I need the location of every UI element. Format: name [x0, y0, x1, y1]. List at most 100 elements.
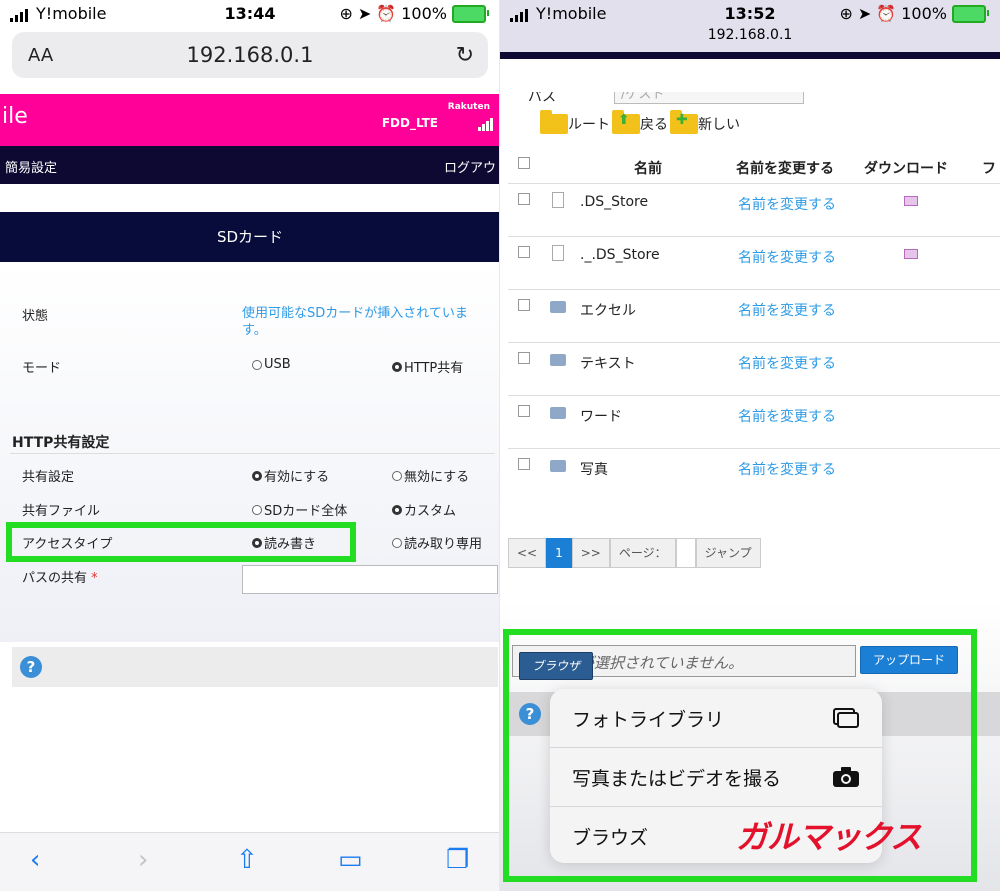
address-text[interactable]: 192.168.0.1	[500, 27, 1000, 43]
pagination: << 1 >> ページ： ジャンプ	[508, 538, 761, 568]
path-share-input[interactable]	[242, 565, 498, 594]
share-setting-label: 共有設定	[22, 470, 75, 485]
rename-link[interactable]: 名前を変更する	[738, 459, 836, 479]
folder-icon	[550, 301, 566, 313]
next-page-button[interactable]: >>	[571, 538, 610, 568]
folder-name[interactable]: ワード	[580, 406, 622, 426]
path-row: パス /ゲスト	[500, 92, 1000, 108]
new-folder-button[interactable]: 新しい	[698, 114, 740, 134]
http-share-heading: HTTP共有設定	[12, 435, 110, 451]
rename-link[interactable]: 名前を変更する	[738, 406, 836, 426]
share-file-label: 共有ファイル	[22, 504, 101, 519]
access-readonly-radio[interactable]: 読み取り専用	[392, 533, 482, 552]
mode-usb-radio[interactable]: USB	[252, 357, 291, 372]
folder-new-icon: ✚	[670, 110, 698, 134]
nav-bar: 簡易設定 ログアウ	[0, 146, 500, 184]
folder-icon	[550, 354, 566, 366]
path-share-label: パスの共有 *	[22, 571, 98, 586]
lock-rotation-icon: ⊕	[839, 4, 853, 23]
back-button[interactable]: 戻る	[640, 114, 668, 134]
file-custom-radio[interactable]: カスタム	[392, 500, 456, 519]
current-page[interactable]: 1	[546, 538, 572, 568]
router-header: ile FDD_LTE Rakuten	[0, 94, 500, 146]
row-checkbox[interactable]	[518, 405, 530, 417]
radio-icon	[252, 504, 262, 515]
network-type: FDD_LTE	[381, 116, 438, 130]
row-checkbox[interactable]	[518, 193, 530, 205]
quick-setup-link[interactable]: 簡易設定	[5, 157, 57, 176]
battery-percent: 100%	[901, 4, 947, 23]
battery-percent: 100%	[401, 4, 447, 23]
table-row: ワード 名前を変更する	[508, 395, 1000, 449]
logout-link[interactable]: ログアウ	[444, 157, 496, 176]
table-row: テキスト 名前を変更する	[508, 342, 1000, 396]
jump-button[interactable]: ジャンプ	[695, 538, 761, 568]
row-checkbox[interactable]	[518, 458, 530, 470]
brand-logo-text: ile	[2, 104, 28, 129]
path-input[interactable]: /ゲスト	[614, 92, 804, 104]
reload-icon[interactable]: ↻	[456, 43, 474, 68]
bookmarks-icon[interactable]: ▭	[338, 845, 363, 875]
alarm-icon: ⏰	[876, 4, 897, 23]
rename-link[interactable]: 名前を変更する	[738, 194, 836, 214]
table-row: 写真 名前を変更する	[508, 448, 1000, 502]
col-name: 名前	[634, 161, 662, 177]
state-value: 使用可能なSDカードが挿入されています。	[242, 306, 468, 338]
location-icon: ➤	[857, 4, 872, 23]
url-bar[interactable]: AA 192.168.0.1 ↻	[12, 32, 488, 78]
share-icon[interactable]: ⇧	[236, 845, 258, 875]
address-text[interactable]: 192.168.0.1	[12, 43, 488, 67]
file-name: ._.DS_Store	[580, 247, 660, 263]
right-screenshot: Y!mobile 13:52 ⊕ ➤ ⏰ 100% 192.168.0.1 パス…	[500, 0, 1000, 891]
file-icon	[552, 245, 564, 261]
root-button[interactable]: ルート	[568, 114, 610, 134]
section-title: SDカード	[0, 212, 500, 262]
watermark-logo: ガルマックス	[736, 818, 922, 856]
select-all-checkbox[interactable]	[518, 157, 530, 169]
back-icon[interactable]: ‹	[30, 845, 40, 875]
rename-link[interactable]: 名前を変更する	[738, 247, 836, 267]
safari-toolbar: ‹ › ⇧ ▭ ❐	[0, 832, 500, 891]
folder-name[interactable]: テキスト	[580, 353, 636, 373]
file-all-radio[interactable]: SDカード全体	[252, 500, 347, 519]
folder-icon	[550, 460, 566, 472]
radio-icon	[392, 470, 402, 481]
row-checkbox[interactable]	[518, 352, 530, 364]
folder-name[interactable]: 写真	[580, 459, 608, 479]
tabs-icon[interactable]: ❐	[446, 845, 469, 875]
col-more: フ	[982, 161, 996, 177]
folder-icon	[550, 407, 566, 419]
download-icon[interactable]	[904, 196, 918, 206]
radio-selected-icon	[392, 361, 402, 372]
share-disable-radio[interactable]: 無効にする	[392, 466, 469, 485]
file-name: .DS_Store	[580, 194, 649, 210]
path-label: パス	[528, 92, 556, 105]
col-rename: 名前を変更する	[736, 161, 834, 177]
mode-label: モード	[22, 361, 62, 376]
file-icon	[552, 192, 564, 208]
rename-link[interactable]: 名前を変更する	[738, 353, 836, 373]
battery-icon	[452, 4, 489, 23]
mode-http-radio[interactable]: HTTP共有	[392, 357, 463, 376]
prev-page-button[interactable]: <<	[508, 538, 547, 568]
state-label: 状態	[22, 309, 49, 324]
download-icon[interactable]	[904, 249, 918, 259]
page-input[interactable]	[675, 538, 696, 568]
help-bar: ?	[12, 647, 498, 687]
row-checkbox[interactable]	[518, 299, 530, 311]
folder-up-icon: ⬆	[612, 110, 640, 134]
table-row: ._.DS_Store 名前を変更する	[508, 236, 1000, 290]
rename-link[interactable]: 名前を変更する	[738, 300, 836, 320]
table-header: 名前 名前を変更する ダウンロード フ	[508, 152, 1000, 182]
share-enable-radio[interactable]: 有効にする	[252, 466, 329, 485]
divider	[10, 453, 495, 454]
row-checkbox[interactable]	[518, 246, 530, 258]
table-row: エクセル 名前を変更する	[508, 289, 1000, 343]
folder-name[interactable]: エクセル	[580, 300, 636, 320]
forward-icon[interactable]: ›	[138, 845, 148, 875]
radio-selected-icon	[252, 470, 262, 481]
required-mark: *	[91, 571, 98, 586]
col-download: ダウンロード	[864, 161, 948, 177]
help-icon[interactable]: ?	[20, 656, 42, 678]
page-label: ページ：	[609, 538, 676, 568]
